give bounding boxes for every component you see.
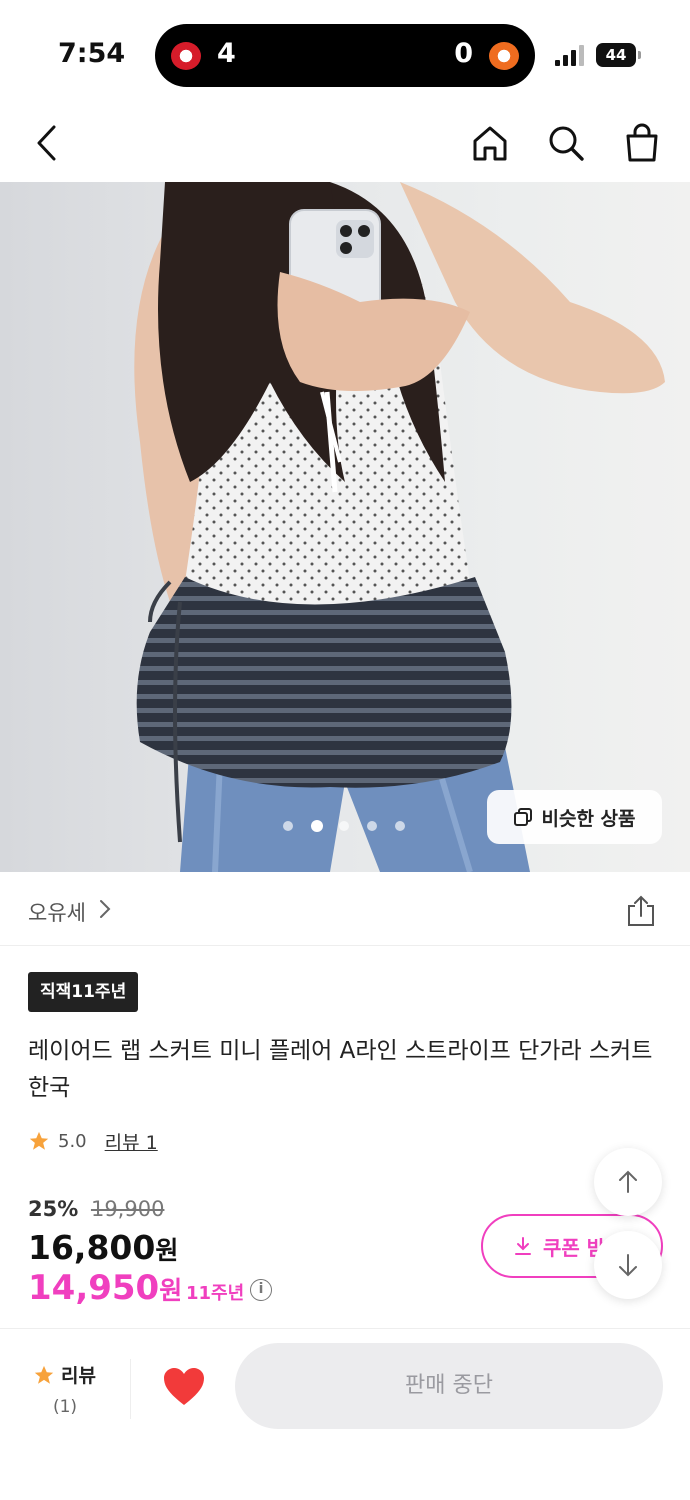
price-value: 16,800	[28, 1228, 156, 1267]
rating-row: 5.0 리뷰 1	[28, 1127, 158, 1155]
review-link[interactable]: 리뷰 1	[105, 1128, 158, 1155]
product-title: 레이어드 랩 스커트 미니 플레어 A라인 스트라이프 단가라 스커트 한국	[28, 1038, 653, 1101]
top-nav	[0, 105, 690, 183]
carousel-dot[interactable]	[395, 821, 405, 831]
cart-button[interactable]	[622, 123, 662, 163]
live-score-island[interactable]: 4 0	[155, 24, 535, 87]
star-icon	[29, 1131, 49, 1150]
similar-products-button[interactable]: 비슷한 상품	[487, 790, 662, 844]
discount-row: 25% 19,900	[28, 1197, 164, 1221]
price-unit: 원	[155, 1236, 179, 1265]
team-logo-left-icon	[171, 42, 201, 70]
sold-out-button[interactable]: 판매 중단	[235, 1343, 663, 1429]
sale-price-unit: 원	[159, 1276, 183, 1305]
discount-percent: 25%	[28, 1197, 79, 1221]
download-icon	[515, 1237, 531, 1255]
info-icon[interactable]: i	[250, 1279, 272, 1301]
home-button[interactable]	[470, 123, 510, 163]
similar-products-label: 비슷한 상품	[541, 807, 636, 830]
team-logo-right-icon	[489, 42, 519, 70]
scroll-top-button[interactable]	[594, 1148, 662, 1216]
sale-tag: 11주년	[186, 1283, 245, 1304]
status-time: 7:54	[58, 38, 126, 69]
search-button[interactable]	[546, 123, 586, 163]
battery-tip	[638, 51, 641, 59]
copy-icon	[514, 808, 533, 826]
price: 16,800원	[28, 1228, 178, 1267]
shop-row: 오유세	[0, 872, 690, 946]
review-count: (1)	[52, 1397, 78, 1417]
review-label: 리뷰	[61, 1365, 96, 1387]
home-icon	[473, 126, 507, 161]
arrow-down-icon	[619, 1254, 637, 1277]
battery-icon: 44	[596, 43, 636, 67]
sale-price-value: 14,950	[28, 1268, 160, 1308]
carousel-dots	[283, 818, 413, 834]
product-photo	[134, 182, 665, 872]
product-image-carousel[interactable]	[0, 182, 690, 872]
score-right: 0	[454, 38, 473, 69]
chevron-left-icon	[37, 125, 56, 161]
share-icon[interactable]	[624, 894, 658, 928]
search-icon	[549, 126, 584, 161]
bottom-action-bar: 리뷰 (1) 판매 중단	[0, 1328, 690, 1500]
chevron-right-icon	[100, 900, 111, 918]
sale-price: 14,950원	[28, 1268, 182, 1308]
signal-icon	[555, 44, 587, 66]
carousel-dot[interactable]	[339, 821, 349, 831]
review-summary-button[interactable]: 리뷰 (1)	[0, 1357, 130, 1427]
original-price: 19,900	[90, 1197, 165, 1221]
heart-icon[interactable]	[160, 1363, 208, 1411]
divider	[130, 1359, 131, 1419]
back-button[interactable]	[28, 123, 68, 163]
status-bar: 7:54 4 0 44	[0, 0, 690, 105]
shop-name-link[interactable]: 오유세	[28, 897, 86, 927]
carousel-dot[interactable]	[367, 821, 377, 831]
event-badge: 직잭11주년	[28, 972, 139, 1012]
scroll-bottom-button[interactable]	[594, 1231, 662, 1299]
shopping-bag-icon	[626, 123, 658, 162]
rating-score: 5.0	[58, 1130, 87, 1152]
score-left: 4	[217, 38, 236, 69]
arrow-up-icon	[619, 1170, 637, 1193]
carousel-dot-active[interactable]	[311, 820, 323, 832]
carousel-dot[interactable]	[283, 821, 293, 831]
review-box-label: 리뷰	[33, 1361, 96, 1388]
star-icon	[34, 1365, 54, 1384]
